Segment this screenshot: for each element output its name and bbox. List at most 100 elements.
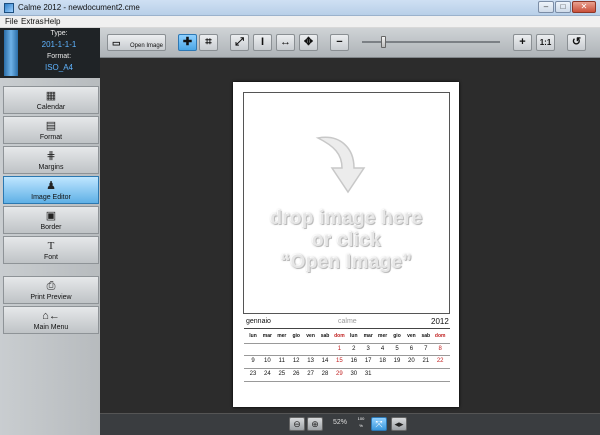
zoom-slider-thumb[interactable]: [381, 36, 386, 48]
menu-file[interactable]: File: [5, 17, 18, 26]
fit-height-icon: I: [260, 36, 265, 48]
crop-tool-button[interactable]: ⌗: [199, 34, 218, 51]
close-button[interactable]: ✕: [572, 1, 596, 13]
image-editor-icon: ♟: [46, 180, 56, 192]
margins-icon: ⋕: [46, 150, 56, 162]
menu-bar: File Extras Help: [0, 16, 600, 28]
calendar-day: 17: [364, 358, 372, 364]
calendar-dayname: lun: [249, 333, 257, 339]
calendar-day: 27: [307, 371, 314, 377]
calendar-divider: [244, 381, 450, 382]
open-image-label: Open Image: [130, 43, 164, 49]
calendar-brand: calme: [338, 318, 357, 325]
calendar-dayname: gio: [292, 333, 300, 339]
calendar-day: 29: [336, 371, 343, 377]
zoom-in-small-button[interactable]: ⊕: [307, 417, 323, 431]
calendar-day: 26: [292, 371, 300, 377]
zoom-out-small-button[interactable]: ⊖: [289, 417, 305, 431]
calendar-day: 6: [409, 346, 414, 352]
open-image-button[interactable]: ▭ Open Image: [107, 34, 166, 51]
sidebar: ▦ Calendar ▤ Format ⋕ Margins ♟ Image Ed…: [0, 78, 100, 435]
calendar-year: 2012: [431, 317, 449, 326]
minimize-button[interactable]: –: [538, 1, 554, 13]
type-value: 201-1-1-1: [41, 40, 77, 49]
maximize-button[interactable]: □: [555, 1, 571, 13]
calendar-day: 12: [292, 358, 300, 364]
fit-width-button[interactable]: ↔: [276, 34, 295, 51]
rotate-button[interactable]: ↺: [567, 34, 586, 51]
move-tool-button[interactable]: ✚: [178, 34, 197, 51]
calendar-day: 16: [350, 358, 358, 364]
calendar-dayname: gio: [393, 333, 401, 339]
image-drop-zone[interactable]: [243, 92, 450, 314]
type-label: Type:: [50, 30, 68, 37]
sidebar-item-label: Calendar: [36, 104, 66, 111]
sidebar-item-label: Format: [39, 134, 63, 141]
sidebar-item-label: Print Preview: [30, 294, 72, 301]
calendar-day: 10: [264, 358, 271, 364]
calendar-day: 1: [337, 346, 342, 352]
pan-icon: ◂▸: [394, 419, 404, 429]
calendar-dayname: mer: [277, 333, 287, 339]
drop-text-line2: or click: [312, 230, 381, 251]
sidebar-item-print-preview[interactable]: ⎙ Print Preview: [3, 276, 99, 304]
sidebar-item-border[interactable]: ▣ Border: [3, 206, 99, 234]
fit-view-button[interactable]: ⤧: [371, 417, 387, 431]
actual-size-button[interactable]: 1:1: [536, 34, 555, 51]
format-label: Format:: [46, 53, 72, 60]
calendar-day: 21: [422, 358, 430, 364]
calendar-day: 23: [249, 371, 257, 377]
calendar-dayname: dom: [434, 333, 446, 339]
calendar-month: gennaio: [246, 318, 271, 325]
sidebar-item-font[interactable]: T Font: [3, 236, 99, 264]
calendar-dayname: sab: [320, 333, 330, 339]
calendar-divider: [244, 343, 450, 344]
border-icon: ▣: [45, 210, 57, 222]
calendar-dayname: mer: [378, 333, 388, 339]
zoom-in-icon: ⊕: [311, 419, 319, 429]
calendar-day: 8: [438, 346, 442, 352]
sidebar-item-image-editor[interactable]: ♟ Image Editor: [3, 176, 99, 204]
calendar-day: 19: [393, 358, 401, 364]
drop-text-line1: drop image here: [270, 208, 423, 229]
fit-height-button[interactable]: I: [253, 34, 272, 51]
calendar-dayname: lun: [350, 333, 358, 339]
pan-button[interactable]: ◂▸: [391, 417, 407, 431]
drop-text-line3: “Open Image”: [280, 252, 413, 273]
drop-arrow-icon: [315, 136, 366, 194]
rotate-icon: ↺: [571, 36, 582, 48]
zoom-100-label-top: 100: [357, 416, 365, 421]
sidebar-item-label: Image Editor: [31, 194, 71, 201]
calendar-dayname: mar: [363, 333, 373, 339]
move-icon: ✚: [182, 36, 193, 48]
calendar-dayname: sab: [421, 333, 431, 339]
sidebar-item-format[interactable]: ▤ Format: [3, 116, 99, 144]
menu-extras[interactable]: Extras: [21, 17, 44, 26]
center-button[interactable]: ✥: [299, 34, 318, 51]
calendar-day: 14: [321, 358, 329, 364]
zoom-out-button[interactable]: −: [330, 34, 349, 51]
plus-icon: +: [519, 36, 526, 48]
sidebar-item-label: Margins: [38, 164, 64, 171]
calendar-divider: [244, 355, 450, 356]
calendar-day: 28: [321, 371, 329, 377]
crop-icon: ⌗: [205, 36, 212, 48]
sidebar-item-label: Border: [40, 224, 62, 231]
sidebar-item-calendar[interactable]: ▦ Calendar: [3, 86, 99, 114]
zoom-in-button[interactable]: +: [513, 34, 532, 51]
calendar-day: 13: [307, 358, 314, 364]
print-preview-icon: ⎙: [46, 280, 56, 292]
toolbar: ▭ Open Image ✚ ⌗ ⤢ I ↔ ✥ − + 1:1 ↺: [100, 28, 600, 58]
calendar-day: 31: [364, 371, 372, 377]
zoom-100-label-bottom: %: [359, 423, 363, 428]
menu-help[interactable]: Help: [44, 17, 60, 26]
sidebar-item-margins[interactable]: ⋕ Margins: [3, 146, 99, 174]
calendar-day: 18: [379, 358, 386, 364]
sidebar-item-main-menu[interactable]: ⌂← Main Menu: [3, 306, 99, 334]
font-icon: T: [47, 240, 55, 252]
calendar-day: 5: [395, 346, 399, 352]
main-menu-icon: ⌂←: [42, 310, 60, 322]
zoom-out-icon: ⊖: [293, 419, 301, 429]
fit-page-button[interactable]: ⤢: [230, 34, 249, 51]
calendar-dayname: ven: [407, 333, 416, 339]
